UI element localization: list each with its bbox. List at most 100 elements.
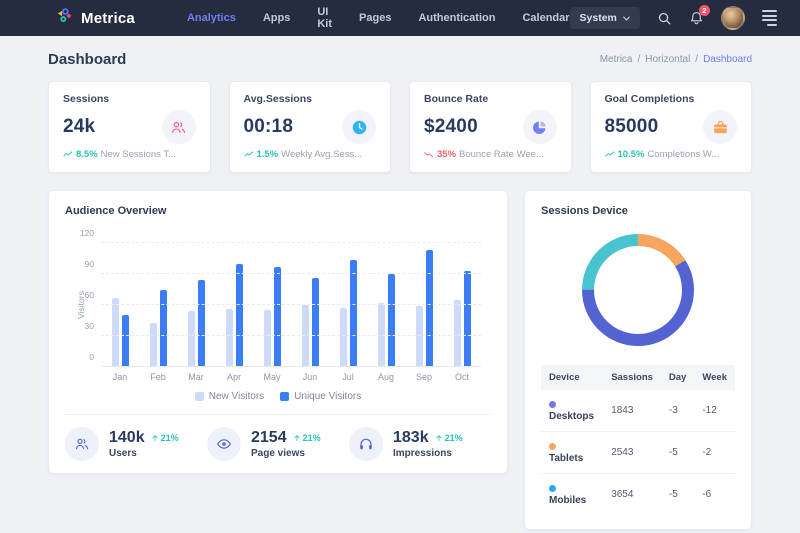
legend-item-new-visitors[interactable]: New Visitors [195, 391, 264, 402]
mini-stat-label: Impressions [393, 448, 463, 459]
navbar-right: System 2 [570, 6, 777, 30]
table-row-tablets: Tablets 2543-5-2 [541, 432, 735, 474]
breadcrumb-metrica[interactable]: Metrica [600, 54, 633, 65]
mini-stat-delta: 21% [151, 433, 179, 443]
x-axis-tick: Jun [291, 372, 329, 382]
stat-card-title: Goal Completions [605, 93, 738, 105]
main-nav: Analytics Apps UI Kit Pages Authentication Ca… [187, 6, 570, 30]
mini-stat-users: 140k 21% Users [65, 427, 207, 461]
bar-group-jul [329, 243, 367, 367]
mini-stat-impressions: 183k 21% Impressions [349, 427, 491, 461]
stat-card-note: 35% Bounce Rate Wee... [424, 149, 557, 160]
trend-up-icon [244, 150, 254, 160]
stat-card-sessions: Sessions 24k 8.5% New Sessions T... [48, 81, 211, 173]
stat-card-note: 8.5% New Sessions T... [63, 149, 196, 160]
bar-unique-visitors [198, 280, 205, 367]
legend-swatch [195, 392, 204, 401]
bar-group-apr [215, 243, 253, 367]
dashboard-page: Metrica Analytics Apps UI Kit Pages Authenti… [0, 0, 800, 533]
device-table-col-week: Week [694, 365, 735, 390]
bar-new-visitors [226, 309, 233, 367]
bar-new-visitors [188, 311, 195, 367]
briefcase-icon [703, 110, 737, 144]
x-axis-tick: Mar [177, 372, 215, 382]
audience-overview-card: Audience Overview Visitors 0306090120 Ja… [48, 190, 508, 474]
users-icon [162, 110, 196, 144]
audience-bar-chart: Visitors 0306090120 [101, 243, 481, 367]
x-axis-labels: JanFebMarAprMayJunJulAugSepOct [101, 372, 481, 382]
y-axis-tick: 60 [85, 290, 94, 300]
legend-item-unique-visitors[interactable]: Unique Visitors [280, 391, 361, 402]
x-axis-tick: Apr [215, 372, 253, 382]
stat-card-value: $2400 [424, 116, 478, 138]
nav-item-analytics[interactable]: Analytics [187, 12, 236, 24]
trend-down-icon [424, 150, 434, 160]
legend-swatch [280, 392, 289, 401]
bar-unique-visitors [464, 271, 471, 367]
bar-unique-visitors [160, 290, 167, 368]
users-icon [65, 427, 99, 461]
bar-unique-visitors [274, 267, 281, 367]
mini-stat-value: 140k [109, 429, 145, 447]
notification-badge: 2 [699, 5, 710, 16]
user-avatar[interactable] [721, 6, 745, 30]
nav-item-apps[interactable]: Apps [263, 12, 291, 24]
mini-stat-page-views: 2154 21% Page views [207, 427, 349, 461]
breadcrumb-horizontal[interactable]: Horizontal [645, 54, 690, 65]
brand-name: Metrica [81, 10, 135, 27]
page-title: Dashboard [48, 51, 126, 68]
menu-toggle-icon[interactable] [762, 10, 777, 26]
breadcrumb-separator: / [695, 54, 698, 65]
bar-new-visitors [454, 300, 461, 367]
nav-item-ui-kit[interactable]: UI Kit [317, 6, 332, 30]
nav-item-authentication[interactable]: Authentication [418, 12, 495, 24]
y-axis-tick: 30 [85, 321, 94, 331]
stat-card-title: Sessions [63, 93, 196, 105]
nav-item-calendar[interactable]: Calendar [522, 12, 569, 24]
device-dot [549, 401, 556, 408]
bar-new-visitors [264, 310, 271, 367]
breadcrumb-dashboard[interactable]: Dashboard [703, 54, 752, 65]
top-navbar: Metrica Analytics Apps UI Kit Pages Authenti… [0, 0, 800, 36]
x-axis-tick: Aug [367, 372, 405, 382]
bar-group-oct [443, 243, 481, 367]
gridline [101, 335, 481, 336]
nav-item-pages[interactable]: Pages [359, 12, 391, 24]
x-axis-tick: Feb [139, 372, 177, 382]
bar-new-visitors [416, 306, 423, 367]
stat-card-bounce-rate: Bounce Rate $2400 35% Bounce Rate Wee... [409, 81, 572, 173]
brand[interactable]: Metrica [55, 6, 135, 30]
device-table-col-device: Device [541, 365, 603, 390]
headphones-icon [349, 427, 383, 461]
device-table-col-sassions: Sassions [603, 365, 661, 390]
gridline [101, 366, 481, 367]
bar-new-visitors [302, 305, 309, 367]
stat-card-title: Avg.Sessions [244, 93, 377, 105]
gridline [101, 273, 481, 274]
system-dropdown[interactable]: System [570, 7, 640, 29]
page-head: Dashboard Metrica/Horizontal/Dashboard [0, 36, 800, 81]
y-axis-tick: 90 [85, 259, 94, 269]
chevron-down-icon [623, 16, 630, 21]
bar-unique-visitors [388, 274, 395, 367]
bar-group-may [253, 243, 291, 367]
sessions-device-card: Sessions Device DeviceSassionsDayWeek De… [524, 190, 752, 530]
search-button[interactable] [657, 11, 672, 26]
mini-stat-label: Users [109, 448, 179, 459]
sessions-device-donut-chart [541, 231, 735, 349]
bar-group-jun [291, 243, 329, 367]
trend-up-icon [63, 150, 73, 160]
trend-up-icon [605, 150, 615, 160]
y-axis-tick: 0 [89, 352, 94, 362]
gridline [101, 242, 481, 243]
stat-card-note: 10.5% Completions W... [605, 149, 738, 160]
stat-card-value: 00:18 [244, 116, 294, 138]
bar-unique-visitors [312, 278, 319, 367]
notifications-button[interactable]: 2 [689, 10, 704, 26]
stat-card-value: 24k [63, 116, 95, 138]
stat-card-goal-completions: Goal Completions 85000 10.5% Completions… [590, 81, 753, 173]
bar-group-mar [177, 243, 215, 367]
chart-legend: New Visitors Unique Visitors [65, 391, 491, 402]
device-dot [549, 443, 556, 450]
x-axis-tick: May [253, 372, 291, 382]
